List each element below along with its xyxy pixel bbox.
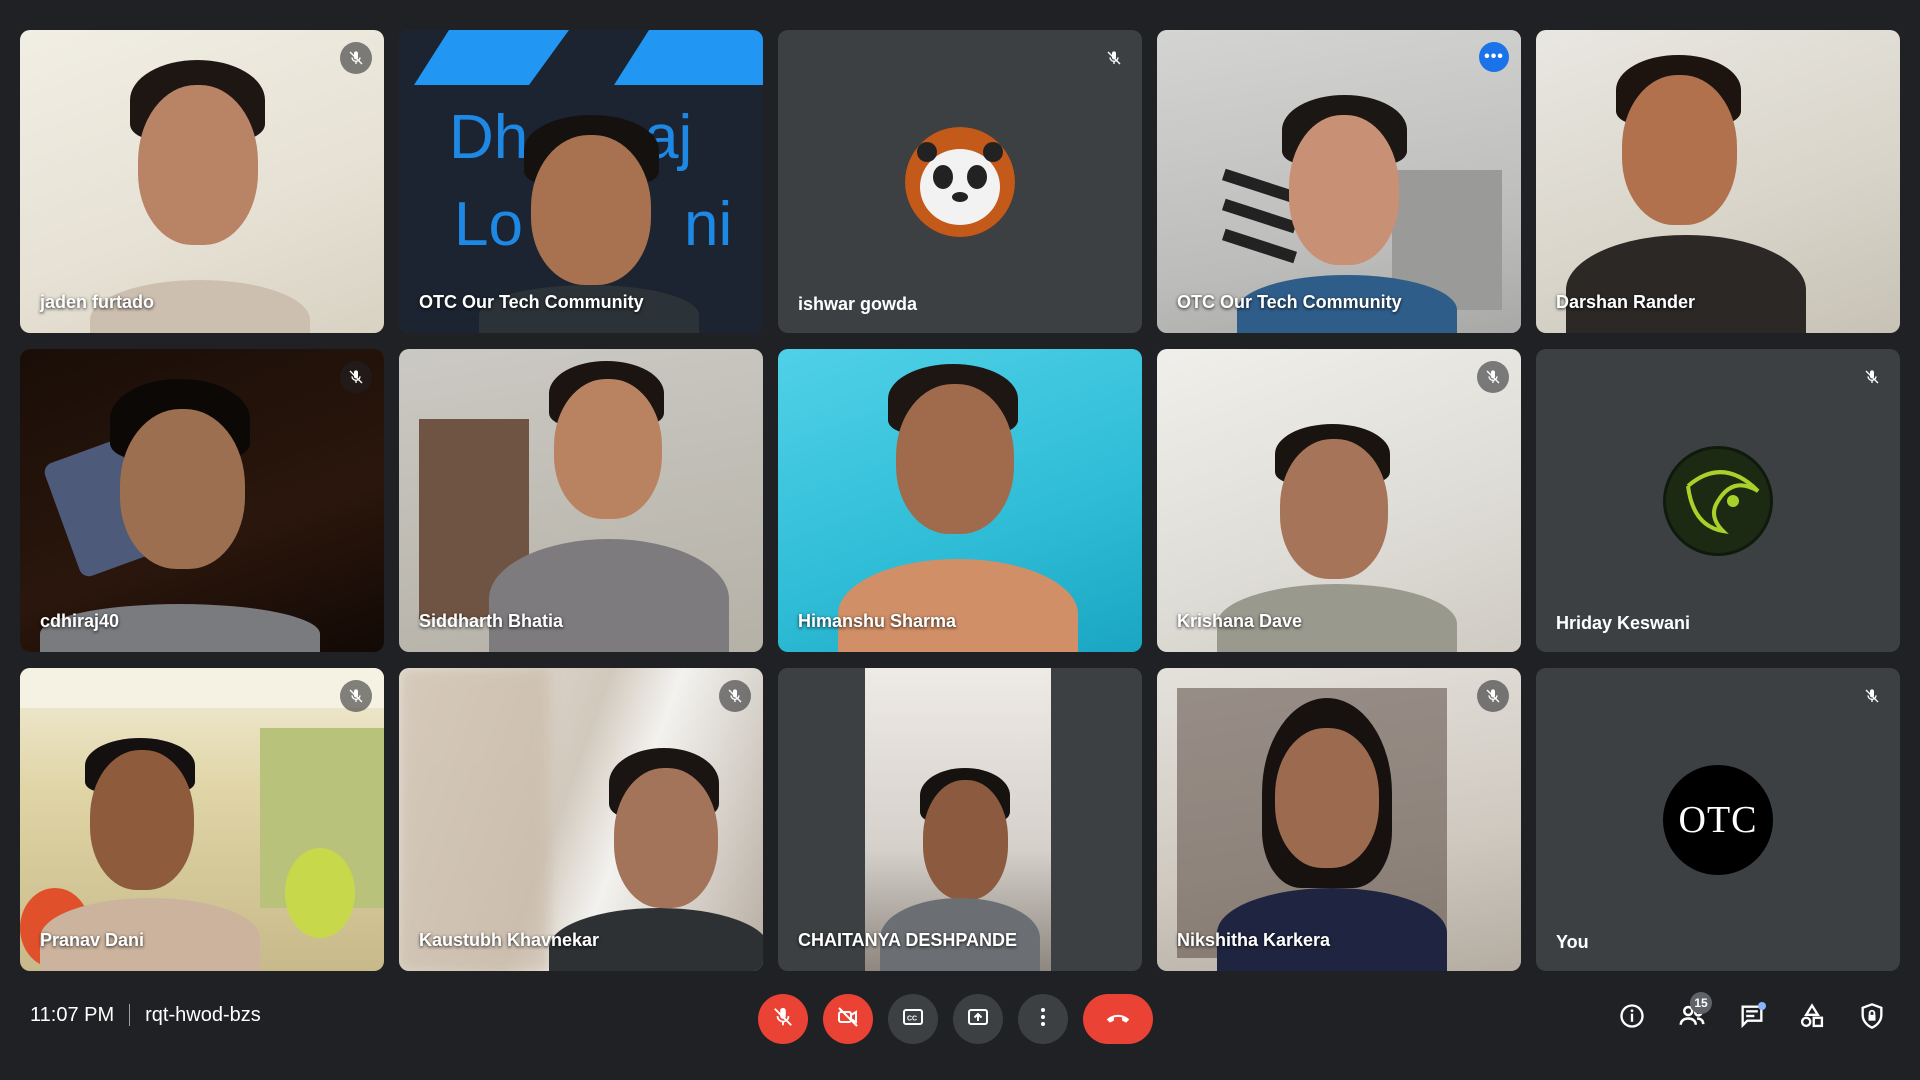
activities-button[interactable] [1788, 994, 1836, 1042]
unread-indicator [1758, 1002, 1766, 1010]
participant-tile[interactable]: Nikshitha Karkera [1157, 668, 1521, 971]
video-feed [20, 30, 384, 333]
participant-name: OTC Our Tech Community [419, 292, 644, 312]
video-feed [778, 349, 1142, 652]
call-end-icon [1103, 1002, 1133, 1037]
avatar: OTC [1663, 764, 1773, 875]
participant-tile[interactable]: Krishana Dave [1157, 349, 1521, 652]
captions-icon: CC [901, 1005, 925, 1034]
participant-name: jaden furtado [40, 292, 155, 312]
people-button[interactable]: 15 [1668, 992, 1716, 1042]
captions-button[interactable]: CC [888, 994, 938, 1044]
host-controls-button[interactable] [1848, 994, 1896, 1042]
mic-muted-icon [340, 42, 372, 74]
participant-tile[interactable]: Pranav Dani [20, 668, 384, 971]
video-feed [1157, 349, 1521, 652]
mic-muted-icon [1856, 680, 1888, 712]
participant-name: You [1556, 932, 1589, 952]
participant-name: Darshan Rander [1556, 292, 1696, 312]
participant-name: ishwar gowda [798, 294, 918, 314]
svg-text:CC: CC [907, 1015, 917, 1022]
video-feed [20, 668, 384, 971]
participant-tile-self[interactable]: OTC You [1536, 668, 1900, 971]
video-feed [20, 349, 384, 652]
call-controls: CC [758, 994, 1153, 1044]
meeting-details-button[interactable] [1608, 994, 1656, 1042]
more-options-button[interactable] [1018, 994, 1068, 1044]
mic-off-icon [772, 1006, 794, 1033]
video-feed [1536, 30, 1900, 333]
svg-text:Lo: Lo [454, 190, 523, 259]
participant-tile-active-speaker[interactable]: ••• OTC Our Tech Community [1157, 30, 1521, 333]
participant-name: Kaustubh Khavnekar [419, 930, 600, 950]
video-feed [399, 668, 763, 971]
mic-muted-icon [1856, 361, 1888, 393]
present-screen-button[interactable] [953, 994, 1003, 1044]
meeting-time: 11:07 PM [30, 1003, 115, 1026]
mic-muted-icon [340, 680, 372, 712]
meeting-details: 11:07 PM rqt-hwod-bzs [30, 1000, 261, 1030]
divider [129, 1004, 131, 1026]
participant-name: Nikshitha Karkera [1177, 930, 1331, 950]
participant-name: Hriday Keswani [1556, 613, 1691, 633]
mic-muted-icon [1098, 42, 1130, 74]
avatar [1663, 445, 1773, 556]
participant-grid: jaden furtado Dh aj Lo ni OTC Our Tech C… [20, 30, 1900, 971]
participant-name: OTC Our Tech Community [1177, 292, 1402, 312]
participant-name: cdhiraj40 [40, 611, 120, 631]
bottom-bar: 11:07 PM rqt-hwod-bzs CC 15 [0, 970, 1920, 1080]
participant-name: Pranav Dani [40, 930, 145, 950]
meeting-code[interactable]: rqt-hwod-bzs [145, 1004, 261, 1027]
leave-call-button[interactable] [1083, 994, 1153, 1044]
side-panel-controls: 15 [1608, 992, 1896, 1042]
participant-tile[interactable]: Darshan Rander [1536, 30, 1900, 333]
info-icon [1618, 1002, 1646, 1035]
host-controls-icon [1858, 1002, 1886, 1035]
participant-name: CHAITANYA DESHPANDE [798, 930, 1018, 950]
camera-off-icon [836, 1005, 860, 1034]
participant-tile[interactable]: Kaustubh Khavnekar [399, 668, 763, 971]
participant-tile[interactable]: cdhiraj40 [20, 349, 384, 652]
participant-name: Krishana Dave [1177, 611, 1303, 631]
participant-tile[interactable]: jaden furtado [20, 30, 384, 333]
mic-muted-icon [1477, 361, 1509, 393]
participant-count-badge: 15 [1690, 992, 1712, 1014]
svg-text:ni: ni [684, 190, 732, 259]
participant-tile[interactable]: ishwar gowda [778, 30, 1142, 333]
mic-muted-icon [1477, 680, 1509, 712]
participant-name: Himanshu Sharma [798, 611, 957, 631]
participant-name: Siddharth Bhatia [419, 611, 564, 631]
activities-icon [1798, 1002, 1826, 1035]
avatar-text: OTC [1663, 764, 1773, 875]
mic-muted-icon [340, 361, 372, 393]
more-options-icon[interactable]: ••• [1479, 42, 1509, 72]
video-feed [399, 349, 763, 652]
video-feed [1157, 668, 1521, 971]
chat-button[interactable] [1728, 994, 1776, 1042]
participant-tile[interactable]: Dh aj Lo ni OTC Our Tech Community [399, 30, 763, 333]
video-feed [778, 668, 1142, 971]
present-icon [966, 1005, 990, 1034]
participant-tile[interactable]: Himanshu Sharma [778, 349, 1142, 652]
mic-muted-icon [719, 680, 751, 712]
background-text: Dh [449, 103, 528, 172]
video-feed [1157, 30, 1521, 333]
camera-toggle-button[interactable] [823, 994, 873, 1044]
microphone-toggle-button[interactable] [758, 994, 808, 1044]
participant-tile[interactable]: CHAITANYA DESHPANDE [778, 668, 1142, 971]
participant-tile[interactable]: Hriday Keswani [1536, 349, 1900, 652]
more-vert-icon [1031, 1005, 1055, 1034]
avatar [905, 126, 1015, 237]
participant-tile[interactable]: Siddharth Bhatia [399, 349, 763, 652]
video-feed: Dh aj Lo ni [399, 30, 763, 333]
